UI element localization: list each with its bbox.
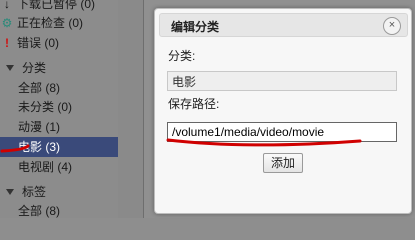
dialog-title: 编辑分类 xyxy=(171,20,220,34)
chevron-down-icon xyxy=(6,189,14,196)
sidebar-item-error[interactable]: ! 错误 (0) xyxy=(0,33,59,53)
sidebar-item-category-anime[interactable]: 动漫 (1) xyxy=(18,117,60,137)
categories-header[interactable]: 分类 xyxy=(0,58,46,78)
sidebar: ↓ 下载已暂停 (0) ⚙ 正在检查 (0) ! 错误 (0) 分类 全部 (8) 未… xyxy=(0,0,118,218)
download-paused-icon: ↓ xyxy=(4,0,10,11)
category-label: 分类: xyxy=(168,49,196,63)
add-button[interactable]: 添加 xyxy=(263,153,303,173)
checking-gear-icon: ⚙ xyxy=(1,16,13,30)
category-name-field[interactable] xyxy=(167,71,397,91)
edit-category-dialog: 编辑分类 × 分类: 保存路径: 添加 xyxy=(154,8,412,214)
sidebar-item-label: 错误 (0) xyxy=(17,36,60,50)
sidebar-item-category-uncategorized[interactable]: 未分类 (0) xyxy=(18,97,72,117)
save-path-field[interactable] xyxy=(167,122,397,142)
categories-header-label: 分类 xyxy=(22,61,47,75)
chevron-down-icon xyxy=(6,65,14,72)
dialog-header: 编辑分类 × xyxy=(159,13,408,37)
sidebar-item-download-paused[interactable]: ↓ 下载已暂停 (0) xyxy=(0,0,95,14)
sidebar-item-tag-all[interactable]: 全部 (8) xyxy=(18,201,60,221)
sidebar-item-category-all[interactable]: 全部 (8) xyxy=(18,78,60,98)
sidebar-item-label: 下载已暂停 (0) xyxy=(17,0,96,11)
sidebar-item-label: 全部 (8) xyxy=(18,204,61,218)
error-icon: ! xyxy=(5,36,9,50)
close-button[interactable]: × xyxy=(383,17,401,35)
sidebar-item-label: 未分类 (0) xyxy=(18,100,73,114)
save-path-label: 保存路径: xyxy=(168,97,220,111)
tags-header-label: 标签 xyxy=(22,185,47,199)
sidebar-item-label: 电视剧 (4) xyxy=(18,160,73,174)
sidebar-item-category-tv[interactable]: 电视剧 (4) xyxy=(18,157,72,177)
sidebar-item-label: 电影 (3) xyxy=(18,140,61,154)
sidebar-item-label: 动漫 (1) xyxy=(18,120,61,134)
close-icon: × xyxy=(388,19,396,31)
sidebar-item-checking[interactable]: ⚙ 正在检查 (0) xyxy=(0,13,83,33)
sidebar-item-label: 正在检查 (0) xyxy=(17,16,84,30)
sidebar-item-label: 全部 (8) xyxy=(18,81,61,95)
tags-header[interactable]: 标签 xyxy=(0,182,46,202)
sidebar-item-category-movie[interactable]: 电影 (3) xyxy=(0,137,118,157)
